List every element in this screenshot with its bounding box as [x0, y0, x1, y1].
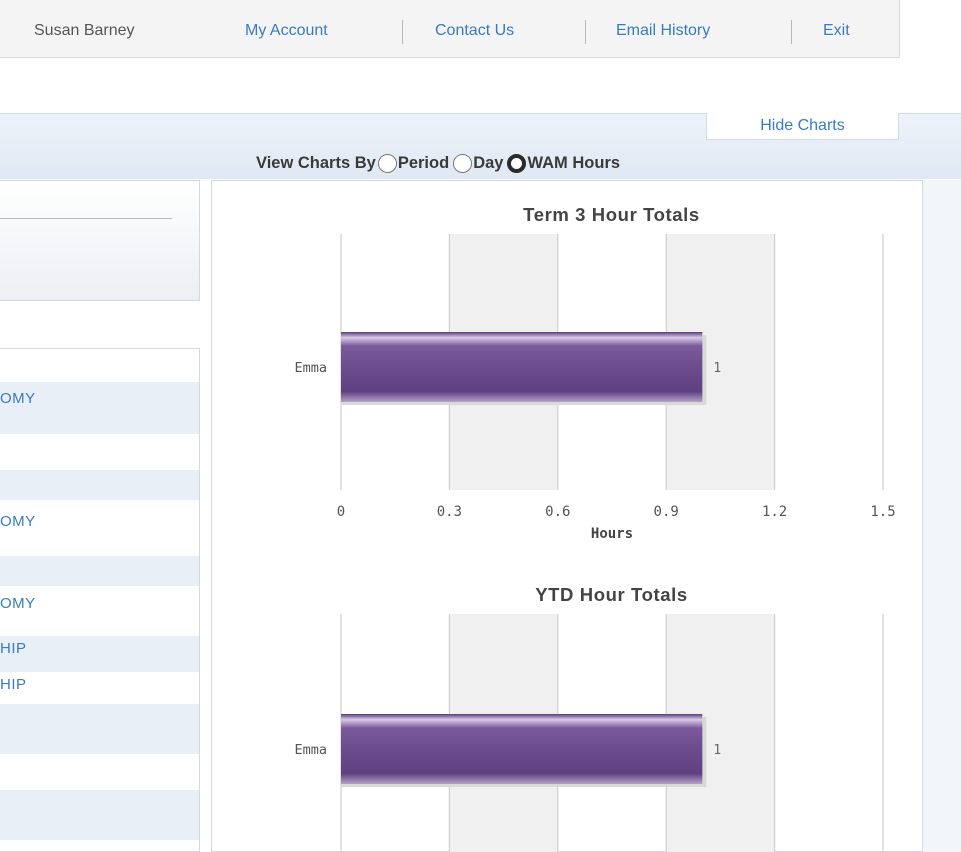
- wam-hours-radio[interactable]: [507, 153, 527, 173]
- wam-hours-radio-label[interactable]: WAM Hours: [527, 154, 620, 173]
- user-name: Susan Barney: [34, 22, 135, 39]
- list-item-label[interactable]: OMY: [0, 595, 36, 612]
- list-item: [0, 470, 199, 500]
- list-item[interactable]: OMY: [0, 382, 199, 434]
- day-radio[interactable]: [453, 153, 473, 173]
- period-radio[interactable]: [377, 153, 397, 173]
- my-account-link[interactable]: My Account: [245, 22, 328, 40]
- exit-link[interactable]: Exit: [823, 22, 850, 40]
- left-summary-box: [0, 180, 200, 301]
- list-item[interactable]: OMY: [0, 500, 199, 556]
- nav-divider: [585, 20, 586, 44]
- charts-panel: [211, 180, 923, 852]
- list-item-label[interactable]: OMY: [0, 390, 36, 407]
- nav-divider: [791, 20, 792, 44]
- divider: [0, 218, 172, 219]
- list-item-label[interactable]: HIP: [0, 676, 27, 693]
- nav-divider: [402, 20, 403, 44]
- list-item[interactable]: HIP: [0, 636, 199, 672]
- hide-charts-tab[interactable]: Hide Charts: [706, 113, 899, 140]
- day-radio-label[interactable]: Day: [473, 154, 503, 173]
- list-item: [0, 704, 199, 754]
- period-radio-label[interactable]: Period: [398, 154, 449, 173]
- contact-us-link[interactable]: Contact Us: [435, 22, 514, 40]
- list-item-label[interactable]: OMY: [0, 513, 36, 530]
- top-nav: Susan Barney My Account Contact Us Email…: [0, 0, 900, 58]
- view-charts-by: View Charts By Period Day WAM Hours: [256, 150, 622, 176]
- view-by-label: View Charts By: [256, 153, 376, 172]
- list-item: [0, 790, 199, 840]
- chart-title: Term 3 Hour Totals: [523, 204, 700, 225]
- list-item: [0, 556, 199, 586]
- email-history-link[interactable]: Email History: [616, 22, 710, 40]
- list-item[interactable]: HIP: [0, 672, 199, 704]
- list-item[interactable]: OMY: [0, 586, 199, 636]
- chart-title: YTD Hour Totals: [535, 584, 688, 605]
- right-background: [923, 180, 961, 852]
- left-class-list: OMY OMY OMY HIP HIP: [0, 348, 200, 852]
- list-item-label[interactable]: HIP: [0, 640, 27, 657]
